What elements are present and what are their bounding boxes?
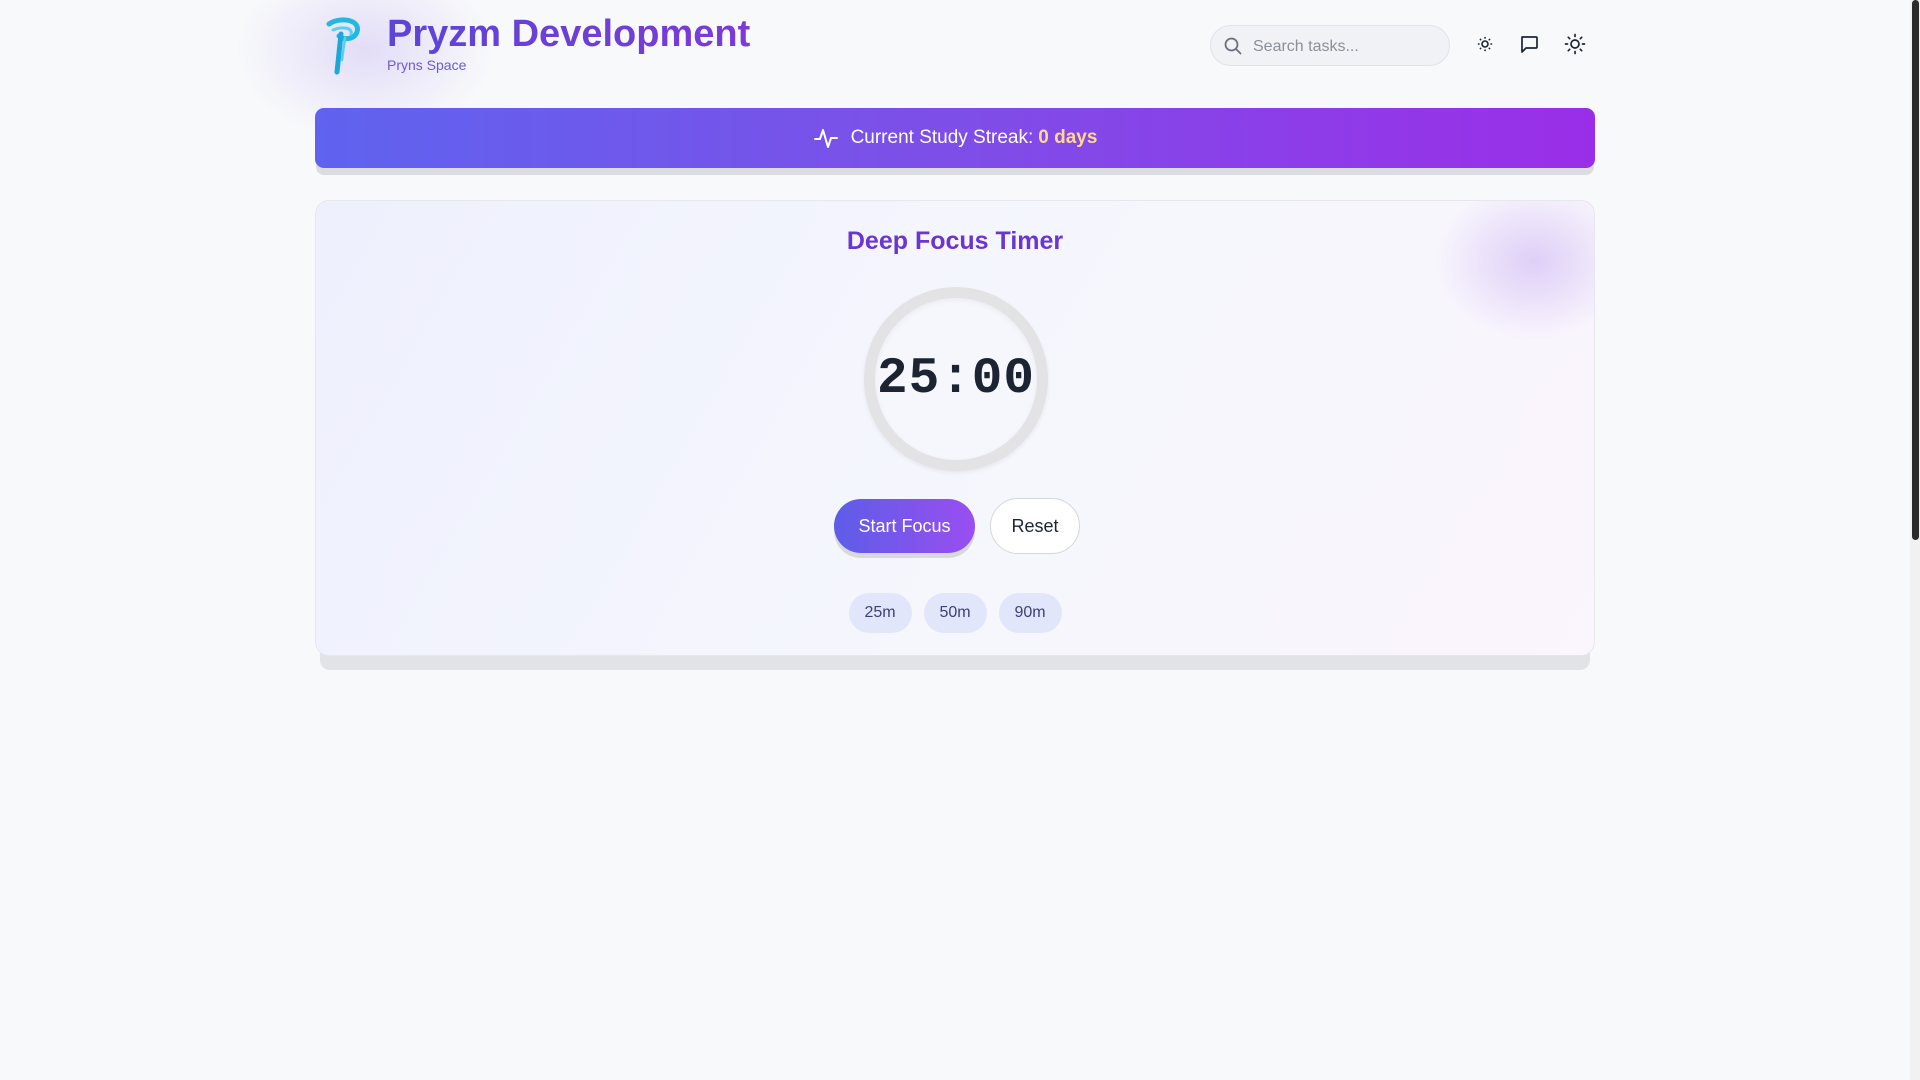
chat-icon <box>1518 33 1540 60</box>
timer-dial: 25:00 <box>864 287 1048 471</box>
preset-50m-button[interactable]: 50m <box>923 593 987 633</box>
timer-display: 25:00 <box>876 350 1036 408</box>
preset-25m-button[interactable]: 25m <box>848 593 912 633</box>
brand-subtitle: Pryns Space <box>387 57 467 73</box>
chat-button[interactable] <box>1514 31 1544 61</box>
preset-90m-button[interactable]: 90m <box>998 593 1062 633</box>
reset-button[interactable]: Reset <box>990 498 1080 554</box>
brightness-icon <box>1475 34 1495 59</box>
focus-timer-card: Deep Focus Timer 25:00 Start Focus Reset… <box>315 200 1595 656</box>
search-box[interactable] <box>1210 25 1450 67</box>
app-header: Pryzm Development Pryns Space <box>315 0 1595 94</box>
search-icon <box>1223 36 1243 56</box>
timer-title: Deep Focus Timer <box>846 227 1064 255</box>
activity-icon <box>813 125 839 151</box>
pryzm-logo-icon <box>323 16 367 76</box>
search-input[interactable] <box>1251 26 1445 67</box>
duration-presets: 25m 50m 90m <box>316 593 1594 633</box>
sun-icon <box>1564 33 1586 60</box>
study-streak-banner: Current Study Streak: 0 days <box>315 108 1595 168</box>
brightness-button[interactable] <box>1470 31 1500 61</box>
card-glow <box>1434 201 1594 341</box>
theme-toggle-button[interactable] <box>1560 31 1590 61</box>
streak-label: Current Study Streak: <box>850 127 1034 148</box>
start-focus-button[interactable]: Start Focus <box>834 499 975 553</box>
scrollbar-thumb[interactable] <box>1912 0 1919 540</box>
page: Pryzm Development Pryns Space Search tas… <box>0 0 1920 1080</box>
streak-value: 0 days <box>1038 127 1098 148</box>
brand-title: Pryzm Development <box>387 13 751 55</box>
scrollbar[interactable] <box>1910 0 1920 1080</box>
